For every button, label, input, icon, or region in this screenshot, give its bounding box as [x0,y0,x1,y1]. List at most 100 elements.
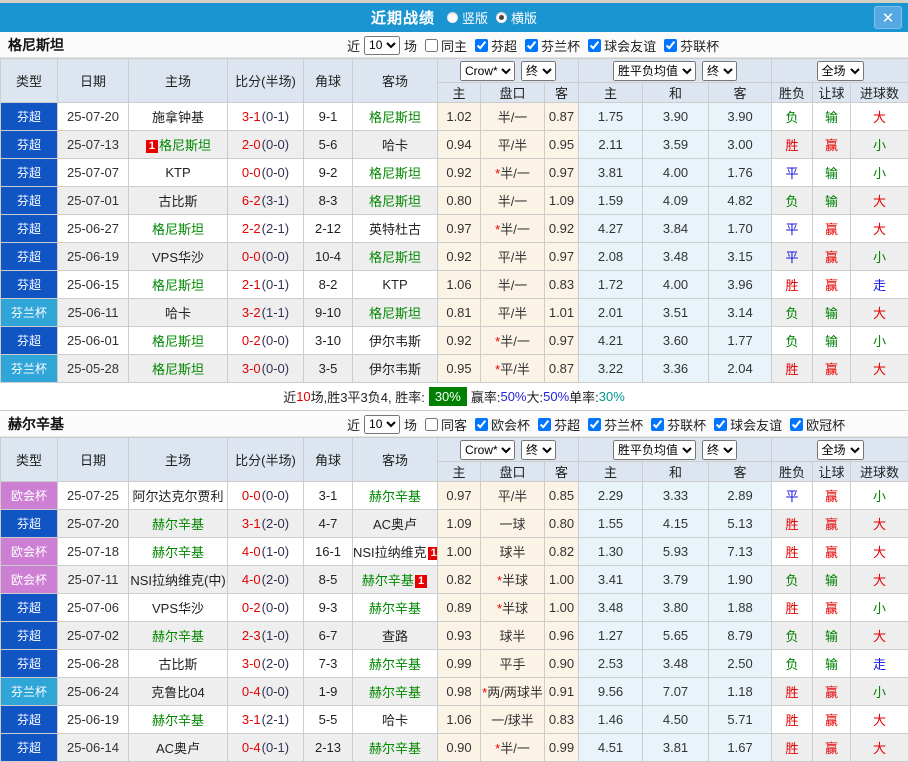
col-away: 客场 [353,438,438,482]
home-team-cell: 格尼斯坦 [129,327,228,355]
away-odds-cell: 0.83 [545,271,579,299]
fulltime-score: 0-4 [242,740,261,755]
avg-draw-cell: 4.00 [643,271,709,299]
avg-draw-cell: 3.84 [643,215,709,243]
horizontal-layout-radio[interactable] [496,12,507,23]
table-row: 芬超25-07-20赫尔辛基3-1(2-0)4-7AC奥卢1.09一球0.801… [1,510,908,538]
fulltime-select[interactable]: 全场 [817,61,864,81]
avg-final-select[interactable]: 终 [702,440,737,460]
away-team-cell: 哈卡 [353,706,438,734]
away-team-cell: 赫尔辛基 [353,650,438,678]
handicap-result-cell: 赢 [813,271,851,299]
competition-checkbox[interactable] [790,418,803,431]
avg-draw-cell: 3.79 [643,566,709,594]
layout-radio-group: 竖版 横版 [439,8,537,27]
fulltime-select[interactable]: 全场 [817,440,864,460]
goals-result-cell: 小 [851,159,908,187]
home-odds-cell: 0.92 [438,159,481,187]
red-rank-badge: 1 [428,547,438,560]
goals-result-cell: 大 [851,566,908,594]
dialog-title: 近期战绩 [371,7,435,28]
match-date-cell: 25-06-19 [58,706,129,734]
handicap-result-cell: 赢 [813,734,851,762]
fulltime-score: 3-1 [242,712,261,727]
match-date-cell: 25-07-13 [58,131,129,159]
avg-home-cell: 2.08 [579,243,643,271]
match-date-cell: 25-06-28 [58,650,129,678]
competition-checkbox[interactable] [714,418,727,431]
odds-company-select[interactable]: Crow* [460,61,515,81]
recent-count-select[interactable]: 10 [364,36,400,55]
handicap-cell: *半球 [481,566,545,594]
match-date-cell: 25-07-02 [58,622,129,650]
score-cell: 3-0(2-0) [228,650,304,678]
result-cell: 胜 [772,706,813,734]
avg-draw-cell: 7.07 [643,678,709,706]
handicap-result-cell: 赢 [813,594,851,622]
result-cell: 胜 [772,734,813,762]
odds-final-select[interactable]: 终 [521,440,556,460]
avg-home-cell: 2.53 [579,650,643,678]
fulltime-score: 0-2 [242,333,261,348]
goals-result-cell: 小 [851,594,908,622]
handicap-cell: 半/一 [481,103,545,131]
score-cell: 0-2(0-0) [228,327,304,355]
fulltime-score: 3-0 [242,656,261,671]
team-name: 赫尔辛基 [152,545,204,560]
odds-company-select[interactable]: Crow* [460,440,515,460]
competition-checkbox[interactable] [538,418,551,431]
match-type-cell: 欧会杯 [1,482,58,510]
table-row: 欧会杯25-07-18赫尔辛基4-0(1-0)16-1NSI拉纳维克11.00球… [1,538,908,566]
match-date-cell: 25-07-01 [58,187,129,215]
halftime-score: (0-0) [262,361,289,376]
vertical-layout-radio[interactable] [447,12,458,23]
corner-cell: 9-2 [304,159,353,187]
competition-label: 芬兰杯 [604,415,643,434]
close-icon[interactable]: ✕ [874,6,902,29]
recent-count-select[interactable]: 10 [364,415,400,434]
handicap-cell: 平/半 [481,243,545,271]
same-venue-label: 同主 [441,36,467,55]
avg-type-select[interactable]: 胜平负均值 [613,61,696,81]
avg-home-cell: 2.01 [579,299,643,327]
table-row: 芬兰杯25-06-11哈卡3-2(1-1)9-10格尼斯坦0.81平/半1.01… [1,299,908,327]
team-name: 赫尔辛基 [369,657,421,672]
summary-segment: 大: [527,387,544,406]
red-rank-badge: 1 [415,575,427,588]
result-cell: 负 [772,327,813,355]
table-row: 芬超25-06-15格尼斯坦2-1(0-1)8-2KTP1.06半/一0.831… [1,271,908,299]
competition-checkbox[interactable] [588,418,601,431]
competition-checkbox[interactable] [664,39,677,52]
home-odds-cell: 0.92 [438,243,481,271]
team-name: 赫尔辛基 [369,685,421,700]
home-team-cell: 古比斯 [129,650,228,678]
goals-result-cell: 大 [851,215,908,243]
home-team-cell: 阿尔达克尔贾利 [129,482,228,510]
competition-checkbox[interactable] [475,418,488,431]
handicap-result-cell: 赢 [813,510,851,538]
team-name: 赫尔辛基 [152,517,204,532]
competition-checkbox[interactable] [525,39,538,52]
avg-final-select[interactable]: 终 [702,61,737,81]
team-name: 古比斯 [158,657,197,672]
home-team-cell: 赫尔辛基 [129,510,228,538]
odds-final-select[interactable]: 终 [521,61,556,81]
same-venue-checkbox[interactable] [425,418,438,431]
avg-home-cell: 1.55 [579,510,643,538]
same-venue-checkbox[interactable] [425,39,438,52]
competition-checkbox[interactable] [651,418,664,431]
handicap-cell: *半/一 [481,159,545,187]
avg-type-select[interactable]: 胜平负均值 [613,440,696,460]
avg-home-cell: 3.41 [579,566,643,594]
team-name: 英特杜古 [369,222,421,237]
competition-checkbox[interactable] [475,39,488,52]
handicap-name: 平/半 [498,306,528,321]
team-name: 格尼斯坦 [152,222,204,237]
competition-checkbox[interactable] [588,39,601,52]
away-team-cell: 赫尔辛基 [353,678,438,706]
avg-home-cell: 2.11 [579,131,643,159]
team-name: NSI拉纳维克 [353,545,427,560]
score-cell: 3-2(1-1) [228,299,304,327]
avg-draw-cell: 5.65 [643,622,709,650]
fulltime-score: 4-0 [242,544,261,559]
